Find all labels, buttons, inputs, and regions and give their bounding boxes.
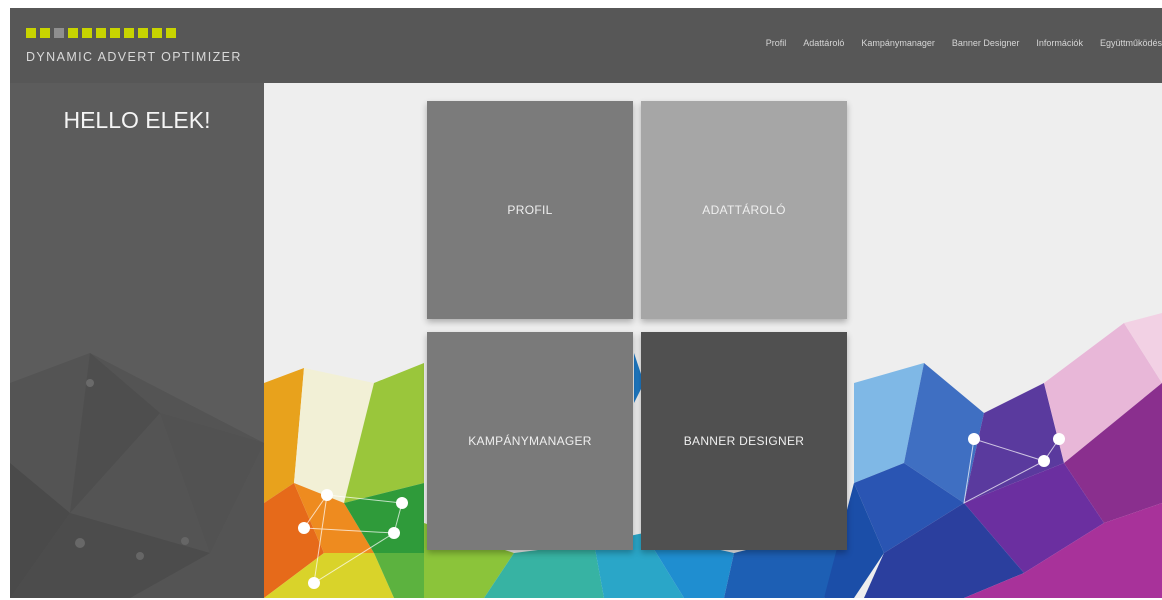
greeting-heading: HELLO ELEK!: [63, 107, 211, 133]
logo-square: [54, 28, 64, 38]
logo-text[interactable]: DYNAMIC ADVERT OPTIMIZER: [26, 50, 242, 64]
logo-square: [166, 28, 176, 38]
logo-square: [68, 28, 78, 38]
logo-square: [138, 28, 148, 38]
logo-squares: [26, 28, 176, 38]
tile-kampanymanager-label: KAMPÁNYMANAGER: [468, 434, 592, 448]
nav-item-adattarolo[interactable]: Adattároló: [803, 38, 844, 48]
nav-item-profil[interactable]: Profil: [766, 38, 787, 48]
app-window: DYNAMIC ADVERT OPTIMIZER Profil Adattáro…: [10, 8, 1162, 598]
logo-square: [110, 28, 120, 38]
tile-adattarolo-label: ADATTÁROLÓ: [702, 203, 786, 217]
nav-item-informaciok[interactable]: Információk: [1036, 38, 1083, 48]
tile-profil[interactable]: PROFIL: [427, 101, 633, 319]
tile-kampanymanager[interactable]: KAMPÁNYMANAGER: [427, 332, 633, 550]
top-nav: Profil Adattároló Kampánymanager Banner …: [766, 38, 1162, 48]
tile-profil-label: PROFIL: [507, 203, 553, 217]
main-content: PROFIL ADATTÁROLÓ KAMPÁNYMANAGER BANNER …: [264, 83, 1162, 598]
sidebar-decoration: [10, 353, 264, 598]
logo-square: [124, 28, 134, 38]
header-bar: DYNAMIC ADVERT OPTIMIZER Profil Adattáro…: [10, 8, 1162, 83]
sidebar: HELLO ELEK!: [10, 83, 264, 598]
logo-square: [40, 28, 50, 38]
nav-item-kampanymanager[interactable]: Kampánymanager: [861, 38, 935, 48]
logo-square: [152, 28, 162, 38]
tile-adattarolo[interactable]: ADATTÁROLÓ: [641, 101, 847, 319]
tile-banner-designer-label: BANNER DESIGNER: [683, 434, 805, 448]
logo-square: [26, 28, 36, 38]
logo-square: [82, 28, 92, 38]
nav-item-banner-designer[interactable]: Banner Designer: [952, 38, 1020, 48]
tile-banner-designer[interactable]: BANNER DESIGNER: [641, 332, 847, 550]
nav-item-egyuttmukodes[interactable]: Együttműködés: [1100, 38, 1162, 48]
logo-square: [96, 28, 106, 38]
